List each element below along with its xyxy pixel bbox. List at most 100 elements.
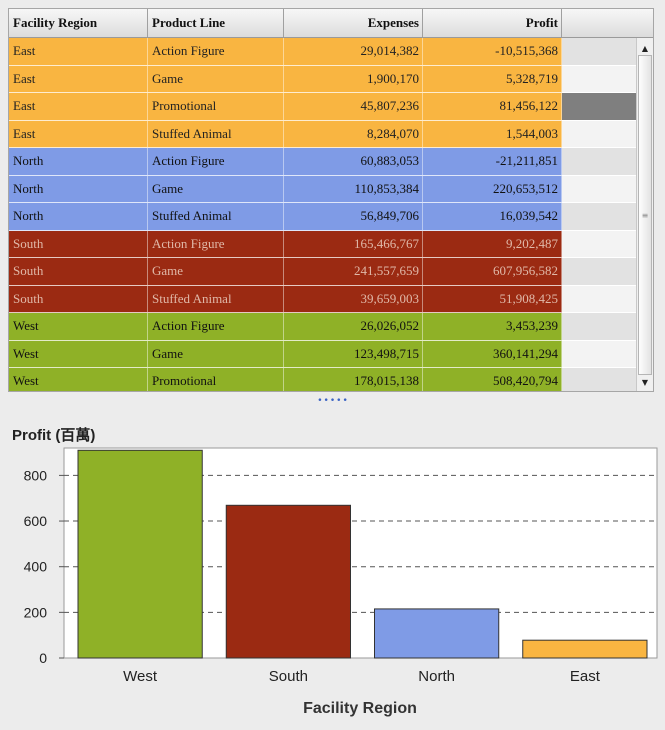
- bar-north: [374, 608, 500, 659]
- cell-expenses: 60,883,053: [284, 148, 423, 175]
- cell-profit: 9,202,487: [423, 230, 562, 257]
- table-row[interactable]: North Action Figure 60,883,053 -21,211,851: [9, 148, 562, 176]
- cell-expenses: 8,284,070: [284, 120, 423, 147]
- table-row[interactable]: South Game 241,557,659 607,956,582: [9, 258, 562, 286]
- y-tick-label: 200: [24, 604, 48, 620]
- column-header-facility-region[interactable]: Facility Region: [9, 9, 148, 37]
- cell-product-line: Game: [148, 175, 284, 202]
- cell-product-line: Action Figure: [148, 148, 284, 175]
- cell-product-line: Stuffed Animal: [148, 120, 284, 147]
- cell-facility-region: West: [9, 313, 148, 340]
- blank-cell: [562, 148, 636, 176]
- column-header-profit[interactable]: Profit: [423, 9, 562, 37]
- table-row[interactable]: West Action Figure 26,026,052 3,453,239: [9, 313, 562, 341]
- cell-facility-region: North: [9, 175, 148, 202]
- bar-chart: 0 200 400 600 800 West South North East Facility …: [24, 447, 658, 717]
- column-header-blank: [562, 9, 653, 37]
- cell-profit: 607,956,582: [423, 258, 562, 285]
- x-tick-label: South: [269, 668, 308, 685]
- cell-profit: -10,515,368: [423, 38, 562, 65]
- cell-expenses: 241,557,659: [284, 258, 423, 285]
- cell-profit: 508,420,794: [423, 368, 562, 391]
- cell-product-line: Stuffed Animal: [148, 203, 284, 230]
- cell-facility-region: North: [9, 203, 148, 230]
- cell-product-line: Action Figure: [148, 313, 284, 340]
- cell-profit: 360,141,294: [423, 340, 562, 367]
- cell-product-line: Action Figure: [148, 230, 284, 257]
- cell-product-line: Action Figure: [148, 38, 284, 65]
- blank-cell: [562, 285, 636, 313]
- cell-expenses: 123,498,715: [284, 340, 423, 367]
- table-row[interactable]: East Action Figure 29,014,382 -10,515,368: [9, 38, 562, 66]
- blank-cell: [562, 93, 636, 121]
- cell-facility-region: South: [9, 230, 148, 257]
- cell-product-line: Promotional: [148, 368, 284, 391]
- cell-profit: 81,456,122: [423, 93, 562, 120]
- table-row[interactable]: West Game 123,498,715 360,141,294: [9, 340, 562, 368]
- column-header-product-line[interactable]: Product Line: [148, 9, 284, 37]
- cell-profit: 5,328,719: [423, 65, 562, 92]
- data-grid: Facility Region Product Line Expenses Pr…: [8, 8, 654, 392]
- table-row[interactable]: North Game 110,853,384 220,653,512: [9, 175, 562, 203]
- grip-icon: ≡: [641, 210, 649, 220]
- cell-facility-region: North: [9, 148, 148, 175]
- cell-facility-region: East: [9, 120, 148, 147]
- x-tick-label: North: [418, 668, 455, 685]
- cell-profit: 220,653,512: [423, 175, 562, 202]
- cell-profit: 1,544,003: [423, 120, 562, 147]
- y-tick-label: 600: [24, 513, 48, 529]
- vertical-scrollbar[interactable]: ▲ ≡ ▼: [636, 38, 653, 391]
- blank-cell: [562, 175, 636, 203]
- table-row[interactable]: South Action Figure 165,466,767 9,202,487: [9, 230, 562, 258]
- blank-cell: [562, 203, 636, 231]
- blank-cell: [562, 313, 636, 341]
- y-tick-label: 800: [24, 467, 48, 483]
- cell-product-line: Game: [148, 65, 284, 92]
- cell-expenses: 29,014,382: [284, 38, 423, 65]
- cell-facility-region: West: [9, 368, 148, 391]
- grid-blank-column: [562, 38, 636, 391]
- cell-facility-region: East: [9, 38, 148, 65]
- x-tick-label: East: [570, 668, 601, 685]
- cell-product-line: Stuffed Animal: [148, 285, 284, 312]
- bar-east: [522, 639, 648, 659]
- y-tick-label: 0: [39, 650, 47, 666]
- table-row[interactable]: East Stuffed Animal 8,284,070 1,544,003: [9, 120, 562, 148]
- bar-south: [225, 504, 351, 659]
- table-row[interactable]: South Stuffed Animal 39,659,003 51,908,425: [9, 285, 562, 313]
- cell-expenses: 178,015,138: [284, 368, 423, 391]
- cell-product-line: Game: [148, 340, 284, 367]
- x-tick-label: West: [123, 668, 158, 685]
- cell-product-line: Game: [148, 258, 284, 285]
- table-row[interactable]: East Game 1,900,170 5,328,719: [9, 65, 562, 93]
- cell-facility-region: South: [9, 258, 148, 285]
- cell-expenses: 110,853,384: [284, 175, 423, 202]
- table-row[interactable]: East Promotional 45,807,236 81,456,122: [9, 93, 562, 121]
- cell-expenses: 56,849,706: [284, 203, 423, 230]
- grid-rows: East Action Figure 29,014,382 -10,515,368 Ea…: [9, 38, 562, 391]
- grid-header: Facility Region Product Line Expenses Pr…: [9, 9, 653, 38]
- cell-profit: 16,039,542: [423, 203, 562, 230]
- blank-cell: [562, 38, 636, 66]
- cell-facility-region: East: [9, 93, 148, 120]
- cell-expenses: 26,026,052: [284, 313, 423, 340]
- blank-cell: [562, 65, 636, 93]
- cell-profit: -21,211,851: [423, 148, 562, 175]
- cell-facility-region: South: [9, 285, 148, 312]
- cell-expenses: 1,900,170: [284, 65, 423, 92]
- triangle-down-icon[interactable]: ▼: [637, 374, 653, 390]
- scroll-thumb[interactable]: ≡: [638, 55, 652, 375]
- cell-expenses: 39,659,003: [284, 285, 423, 312]
- cell-profit: 51,908,425: [423, 285, 562, 312]
- triangle-up-icon[interactable]: ▲: [637, 40, 653, 56]
- blank-cell: [562, 340, 636, 368]
- splitter-handle[interactable]: •••••: [316, 396, 350, 406]
- blank-cell: [562, 368, 636, 391]
- cell-profit: 3,453,239: [423, 313, 562, 340]
- table-row[interactable]: West Promotional 178,015,138 508,420,794: [9, 368, 562, 391]
- cell-facility-region: West: [9, 340, 148, 367]
- blank-cell: [562, 120, 636, 148]
- table-row[interactable]: North Stuffed Animal 56,849,706 16,039,542: [9, 203, 562, 231]
- column-header-expenses[interactable]: Expenses: [284, 9, 423, 37]
- cell-product-line: Promotional: [148, 93, 284, 120]
